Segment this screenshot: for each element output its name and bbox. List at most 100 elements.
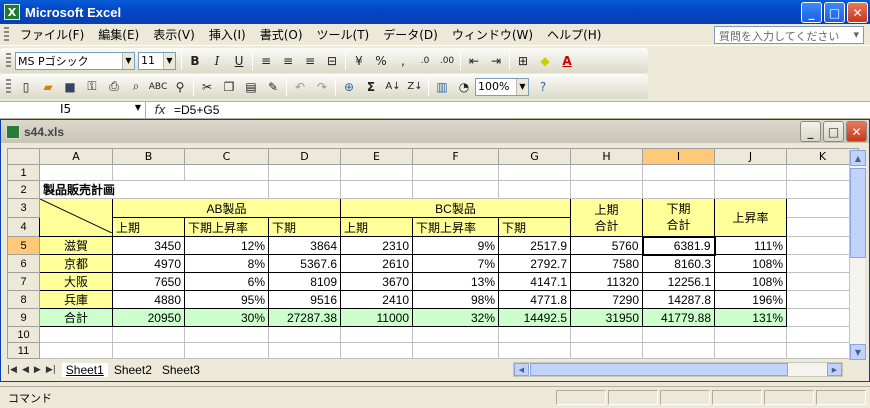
save-icon[interactable]: ■: [59, 76, 81, 98]
function-icon[interactable]: fx: [146, 103, 174, 117]
cut-icon[interactable]: ✂: [196, 76, 218, 98]
cell[interactable]: [642, 180, 715, 199]
hyperlink-icon[interactable]: ⊕: [338, 76, 360, 98]
formula-input[interactable]: =D5+G5: [174, 103, 219, 117]
cell[interactable]: [340, 180, 413, 199]
cell[interactable]: [340, 342, 413, 359]
last-sheet-icon[interactable]: ▶|: [46, 365, 56, 375]
column-header-j[interactable]: J: [714, 148, 787, 165]
cell[interactable]: [39, 326, 113, 343]
menu-format[interactable]: 書式(O): [253, 26, 310, 43]
menu-help[interactable]: ヘルプ(H): [540, 26, 608, 43]
menu-data[interactable]: データ(D): [376, 26, 445, 43]
row-header-4[interactable]: 4: [7, 217, 40, 237]
sub-header[interactable]: 下期: [498, 217, 571, 237]
tab-sheet1[interactable]: Sheet1: [61, 362, 108, 377]
cell[interactable]: 14287.8: [642, 290, 715, 309]
help-icon[interactable]: ?: [532, 76, 554, 98]
select-all-corner[interactable]: [7, 148, 40, 165]
cell[interactable]: [184, 164, 269, 181]
cell[interactable]: [786, 326, 859, 343]
cell[interactable]: [340, 326, 413, 343]
sub-header[interactable]: 上期: [340, 217, 413, 237]
menu-grip[interactable]: [4, 26, 9, 43]
prev-sheet-icon[interactable]: ◀: [22, 365, 29, 375]
column-header-c[interactable]: C: [184, 148, 269, 165]
total-cell[interactable]: 32%: [412, 308, 499, 327]
cell[interactable]: 5760: [570, 236, 643, 255]
sub-header[interactable]: 下期: [268, 217, 341, 237]
cell[interactable]: [498, 326, 571, 343]
underline-button[interactable]: U: [228, 50, 250, 72]
sort-descending-icon[interactable]: Z↓: [404, 76, 426, 98]
cell[interactable]: 98%: [412, 290, 499, 309]
row-header-1[interactable]: 1: [7, 164, 40, 181]
print-preview-icon[interactable]: ⌕: [125, 76, 147, 98]
cell[interactable]: [642, 342, 715, 359]
cell[interactable]: [184, 342, 269, 359]
chevron-down-icon[interactable]: ▼: [516, 78, 528, 95]
sort-ascending-icon[interactable]: A↓: [382, 76, 404, 98]
cell[interactable]: 7%: [412, 254, 499, 273]
row-header-3[interactable]: 3: [7, 198, 40, 218]
borders-icon[interactable]: ⊞: [512, 50, 534, 72]
region-cell[interactable]: 滋賀: [39, 236, 113, 255]
chevron-down-icon[interactable]: ▼: [135, 103, 141, 112]
total-cell[interactable]: 20950: [112, 308, 185, 327]
row-header-5[interactable]: 5: [7, 236, 40, 255]
column-header-a[interactable]: A: [39, 148, 113, 165]
align-right-icon[interactable]: ≡: [299, 50, 321, 72]
cell[interactable]: 2410: [340, 290, 413, 309]
total-cell[interactable]: 131%: [714, 308, 787, 327]
menu-view[interactable]: 表示(V): [146, 26, 202, 43]
cell[interactable]: [786, 164, 859, 181]
cell[interactable]: 111%: [714, 236, 787, 255]
column-header-f[interactable]: F: [412, 148, 499, 165]
horizontal-scroll-thumb[interactable]: [530, 363, 788, 376]
total-cell[interactable]: 30%: [184, 308, 269, 327]
first-half-total-header[interactable]: 上期 合計: [570, 198, 643, 237]
column-header-e[interactable]: E: [340, 148, 413, 165]
redo-icon[interactable]: ↷: [311, 76, 333, 98]
tab-sheet2[interactable]: Sheet2: [110, 363, 156, 377]
cell[interactable]: 12256.1: [642, 272, 715, 291]
cell[interactable]: 4970: [112, 254, 185, 273]
first-sheet-icon[interactable]: |◀: [7, 365, 17, 375]
cell[interactable]: 196%: [714, 290, 787, 309]
cell[interactable]: [714, 164, 787, 181]
cell[interactable]: 4147.1: [498, 272, 571, 291]
cell[interactable]: [786, 198, 859, 218]
cell[interactable]: 108%: [714, 254, 787, 273]
cell[interactable]: [714, 342, 787, 359]
region-cell[interactable]: 大阪: [39, 272, 113, 291]
cell[interactable]: [268, 342, 341, 359]
cell[interactable]: [39, 342, 113, 359]
region-cell[interactable]: 京都: [39, 254, 113, 273]
row-header-6[interactable]: 6: [7, 254, 40, 273]
help-search-box[interactable]: 質問を入力してください ▾: [714, 26, 864, 44]
cell[interactable]: 3864: [268, 236, 341, 255]
font-color-icon[interactable]: A: [556, 50, 578, 72]
cell[interactable]: [714, 326, 787, 343]
cell[interactable]: [786, 308, 859, 327]
zoom-select[interactable]: 100% ▼: [475, 77, 529, 96]
column-header-g[interactable]: G: [498, 148, 571, 165]
decrease-indent-icon[interactable]: ⇤: [463, 50, 485, 72]
drawing-icon[interactable]: ◔: [453, 76, 475, 98]
chart-wizard-icon[interactable]: ▥: [431, 76, 453, 98]
cell[interactable]: [570, 164, 643, 181]
cell[interactable]: [112, 342, 185, 359]
cell[interactable]: 2517.9: [498, 236, 571, 255]
increase-indent-icon[interactable]: ⇥: [485, 50, 507, 72]
growth-rate-header[interactable]: 上昇率: [714, 198, 787, 237]
sub-header[interactable]: 下期上昇率: [412, 217, 499, 237]
menu-edit[interactable]: 編集(E): [91, 26, 146, 43]
percent-icon[interactable]: %: [370, 50, 392, 72]
cell[interactable]: [112, 326, 185, 343]
scroll-right-icon[interactable]: ▶: [827, 363, 842, 376]
cell[interactable]: 108%: [714, 272, 787, 291]
cell[interactable]: 3450: [112, 236, 185, 255]
new-file-icon[interactable]: ▯: [15, 76, 37, 98]
sheet-title-cell[interactable]: 製品販売計画: [39, 180, 269, 199]
menu-window[interactable]: ウィンドウ(W): [445, 26, 540, 43]
